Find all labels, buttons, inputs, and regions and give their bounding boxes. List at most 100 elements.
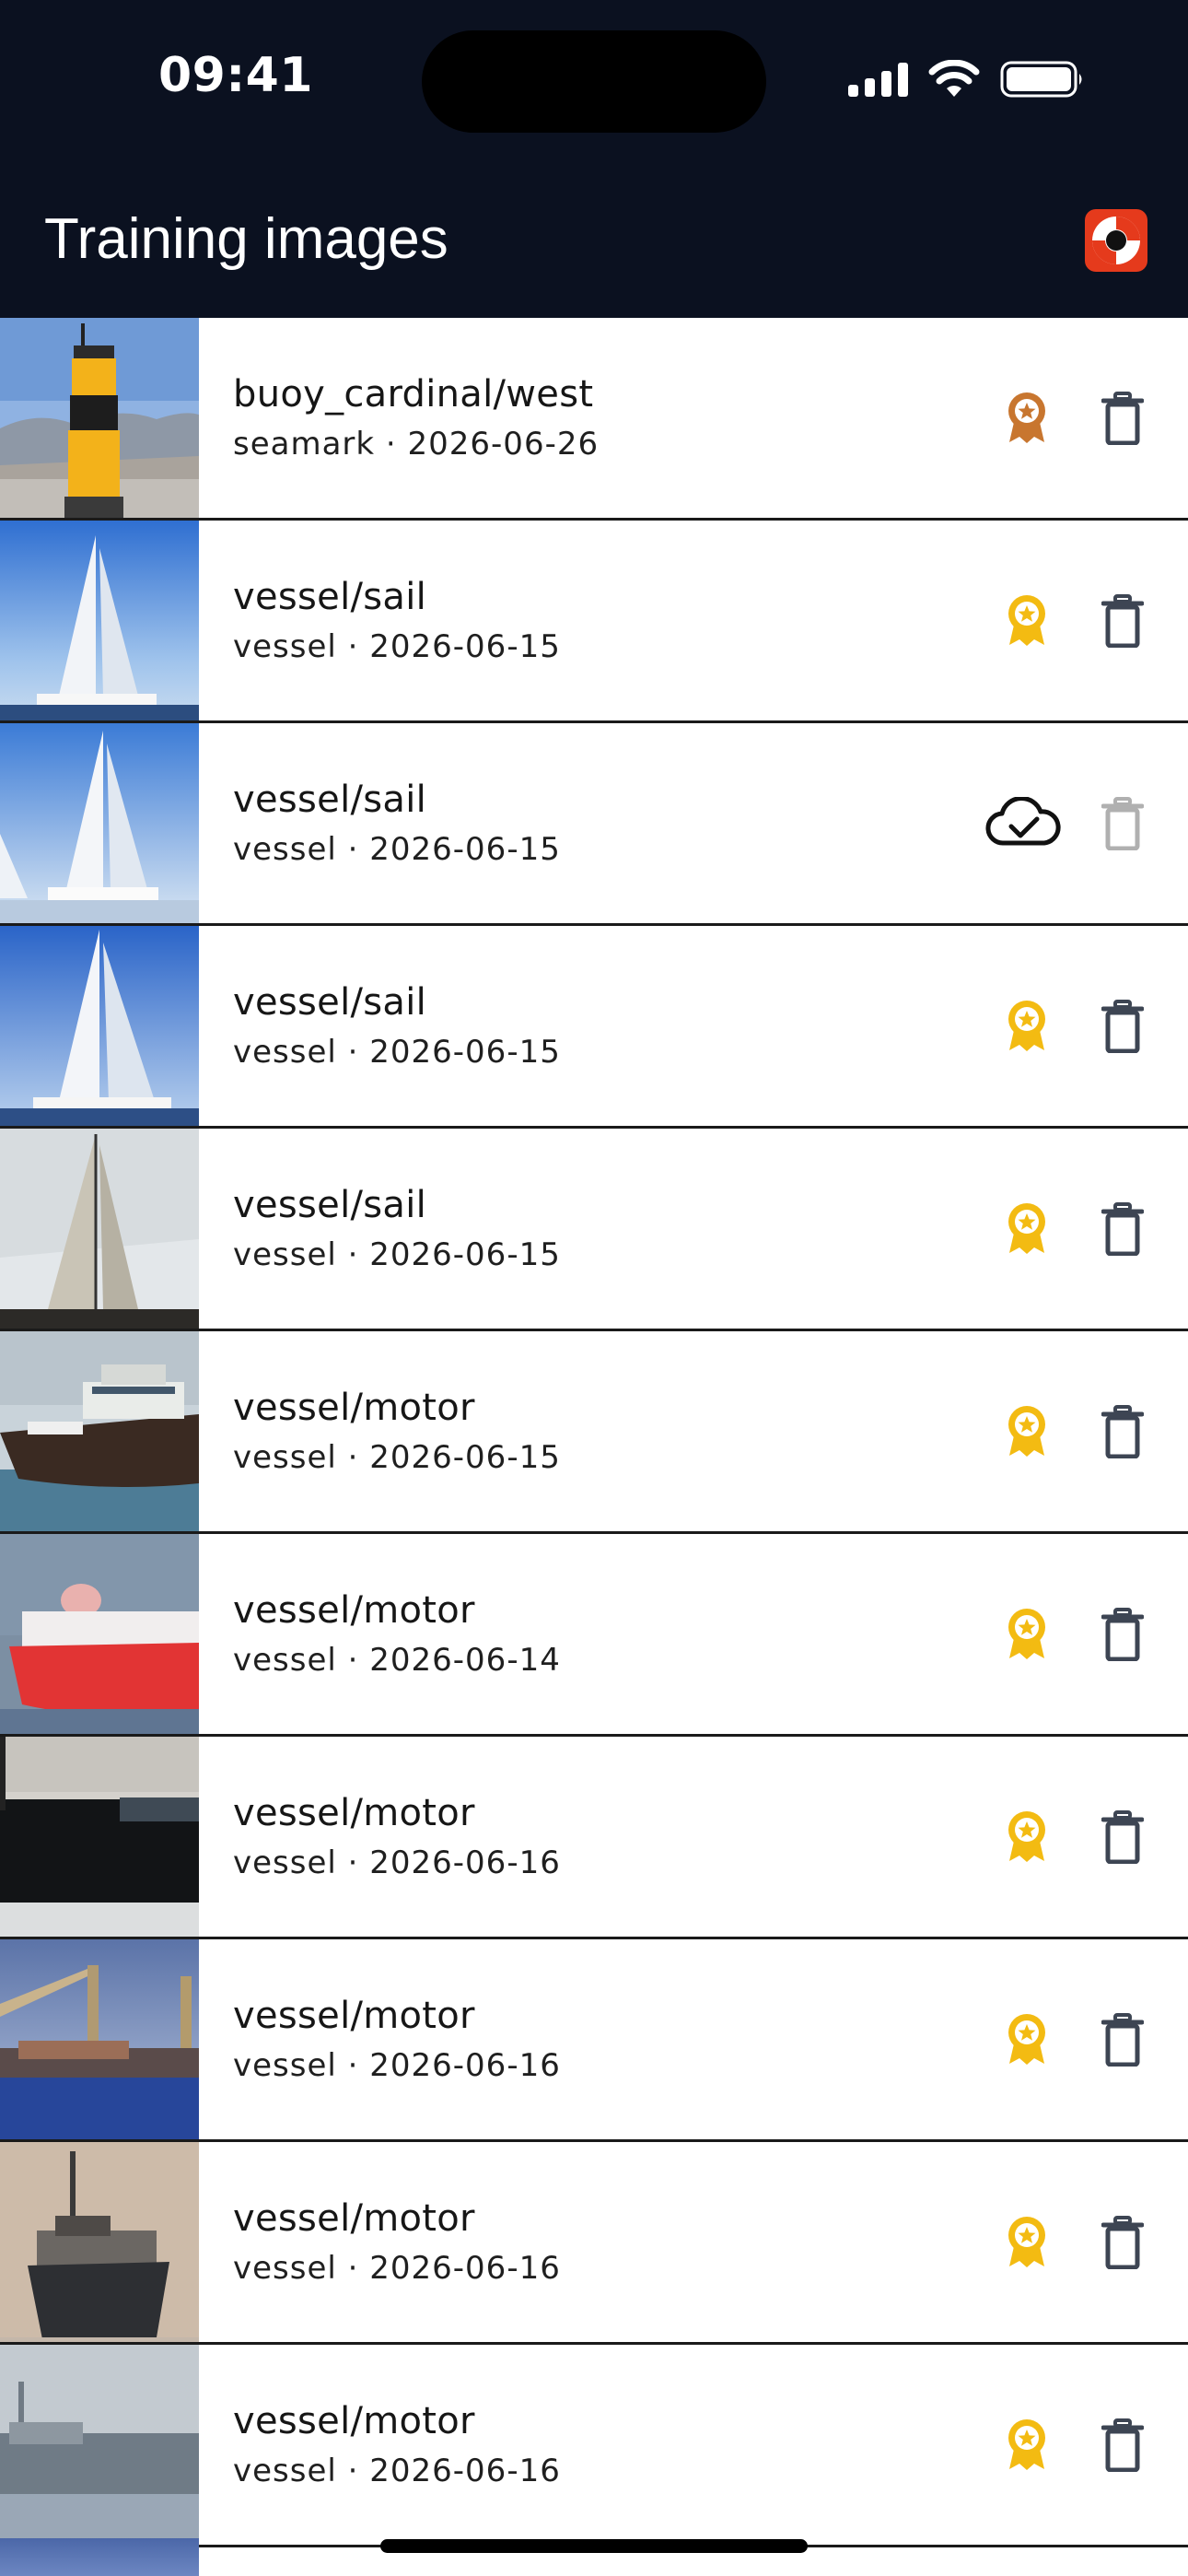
- training-image-thumbnail[interactable]: [0, 521, 199, 720]
- item-label: buoy_cardinal/west: [233, 373, 594, 416]
- training-image-thumbnail[interactable]: [0, 1129, 199, 1329]
- training-image-thumbnail[interactable]: [0, 1939, 199, 2139]
- item-label: vessel/sail: [233, 1184, 427, 1226]
- award-badge: [999, 1809, 1054, 1864]
- help-button[interactable]: [1083, 207, 1149, 274]
- item-subtitle: vessel · 2026-06-15: [233, 1034, 561, 1071]
- lifebuoy-icon: [1085, 209, 1147, 272]
- item-subtitle: vessel · 2026-06-16: [233, 2047, 561, 2084]
- list-item[interactable]: vessel/sail vessel · 2026-06-15: [0, 926, 1188, 1129]
- training-image-thumbnail[interactable]: [0, 926, 199, 1126]
- trash-icon: [1101, 1202, 1144, 1256]
- list-item[interactable]: vessel/sail vessel · 2026-06-15: [0, 723, 1188, 926]
- list-item[interactable]: vessel/motor vessel · 2026-06-16: [0, 2345, 1188, 2547]
- item-label: vessel/motor: [233, 1792, 475, 1834]
- gold-award-icon: [1008, 1811, 1045, 1862]
- gold-award-icon: [1008, 2419, 1045, 2470]
- gold-award-icon: [1008, 1001, 1045, 1051]
- award-badge: [999, 1606, 1054, 1661]
- gold-award-icon: [1008, 2014, 1045, 2065]
- list-item[interactable]: vessel/motor vessel · 2026-06-14: [0, 1534, 1188, 1737]
- award-badge: [999, 592, 1054, 648]
- award-badge: [999, 1200, 1054, 1256]
- training-image-thumbnail[interactable]: [0, 318, 199, 518]
- gold-award-icon: [1008, 2217, 1045, 2267]
- award-badge: [999, 1403, 1054, 1458]
- status-icons: [848, 57, 1085, 101]
- gold-award-icon: [1008, 1203, 1045, 1254]
- training-image-thumbnail[interactable]: [0, 2345, 199, 2545]
- sync-status: [984, 795, 1063, 850]
- delete-button[interactable]: [1096, 1604, 1149, 1665]
- training-image-thumbnail[interactable]: [0, 1737, 199, 1937]
- gold-award-icon: [1008, 595, 1045, 646]
- delete-button[interactable]: [1096, 1199, 1149, 1259]
- item-label: vessel/sail: [233, 981, 427, 1024]
- app-header: 09:41 Training images: [0, 0, 1188, 318]
- page-title: Training images: [44, 207, 448, 271]
- delete-button[interactable]: [1096, 2009, 1149, 2070]
- wifi-icon: [928, 60, 980, 97]
- award-badge: [999, 2417, 1054, 2472]
- delete-button[interactable]: [1096, 1807, 1149, 1868]
- bronze-award-icon: [1008, 392, 1045, 443]
- home-indicator[interactable]: [380, 2539, 808, 2553]
- item-label: vessel/motor: [233, 2197, 475, 2240]
- list-item[interactable]: vessel/motor vessel · 2026-06-15: [0, 1331, 1188, 1534]
- item-label: vessel/sail: [233, 576, 427, 618]
- trash-icon: [1101, 797, 1144, 850]
- award-badge: [999, 998, 1054, 1053]
- trash-icon: [1101, 2216, 1144, 2269]
- item-subtitle: vessel · 2026-06-15: [233, 831, 561, 868]
- item-label: vessel/motor: [233, 1995, 475, 2037]
- list-item[interactable]: vessel/motor vessel · 2026-06-16: [0, 1737, 1188, 1939]
- partial-list-thumbnail: [0, 2538, 199, 2576]
- battery-icon: [1000, 61, 1082, 98]
- training-image-thumbnail[interactable]: [0, 2142, 199, 2342]
- item-subtitle: vessel · 2026-06-15: [233, 1236, 561, 1273]
- status-time: 09:41: [158, 48, 314, 103]
- award-badge: [999, 2214, 1054, 2269]
- list-item[interactable]: vessel/motor vessel · 2026-06-16: [0, 2142, 1188, 2345]
- delete-button[interactable]: [1096, 1401, 1149, 1462]
- item-subtitle: vessel · 2026-06-15: [233, 1439, 561, 1476]
- cloud-check-icon: [985, 797, 1061, 846]
- delete-button[interactable]: [1096, 2415, 1149, 2476]
- award-badge: [999, 2011, 1054, 2067]
- trash-icon: [1101, 594, 1144, 648]
- trash-icon: [1101, 2418, 1144, 2472]
- item-subtitle: vessel · 2026-06-16: [233, 2250, 561, 2287]
- list-item[interactable]: vessel/sail vessel · 2026-06-15: [0, 521, 1188, 723]
- item-label: vessel/motor: [233, 1387, 475, 1429]
- item-subtitle: vessel · 2026-06-14: [233, 1642, 561, 1679]
- gold-award-icon: [1008, 1406, 1045, 1457]
- list-item[interactable]: vessel/sail vessel · 2026-06-15: [0, 1129, 1188, 1331]
- item-subtitle: seamark · 2026-06-26: [233, 426, 600, 463]
- delete-button[interactable]: [1096, 591, 1149, 651]
- training-image-thumbnail[interactable]: [0, 723, 199, 923]
- trash-icon: [1101, 1405, 1144, 1458]
- training-image-thumbnail[interactable]: [0, 1331, 199, 1531]
- item-label: vessel/motor: [233, 1589, 475, 1632]
- delete-button[interactable]: [1096, 388, 1149, 449]
- delete-button[interactable]: [1096, 2212, 1149, 2273]
- item-subtitle: vessel · 2026-06-16: [233, 2453, 561, 2489]
- gold-award-icon: [1008, 1609, 1045, 1659]
- delete-button[interactable]: [1096, 996, 1149, 1057]
- item-label: vessel/motor: [233, 2400, 475, 2442]
- item-label: vessel/sail: [233, 779, 427, 821]
- list-item[interactable]: vessel/motor vessel · 2026-06-16: [0, 1939, 1188, 2142]
- trash-icon: [1101, 392, 1144, 445]
- item-subtitle: vessel · 2026-06-15: [233, 628, 561, 665]
- trash-icon: [1101, 1810, 1144, 1864]
- list-item[interactable]: buoy_cardinal/west seamark · 2026-06-26: [0, 318, 1188, 521]
- trash-icon: [1101, 1000, 1144, 1053]
- award-badge: [999, 390, 1054, 445]
- training-image-list: buoy_cardinal/west seamark · 2026-06-26 …: [0, 318, 1188, 2547]
- trash-icon: [1101, 2013, 1144, 2067]
- trash-icon: [1101, 1608, 1144, 1661]
- delete-button: [1096, 793, 1149, 854]
- cellular-signal-icon: [848, 62, 908, 97]
- training-image-thumbnail[interactable]: [0, 1534, 199, 1734]
- dynamic-island: [422, 30, 766, 133]
